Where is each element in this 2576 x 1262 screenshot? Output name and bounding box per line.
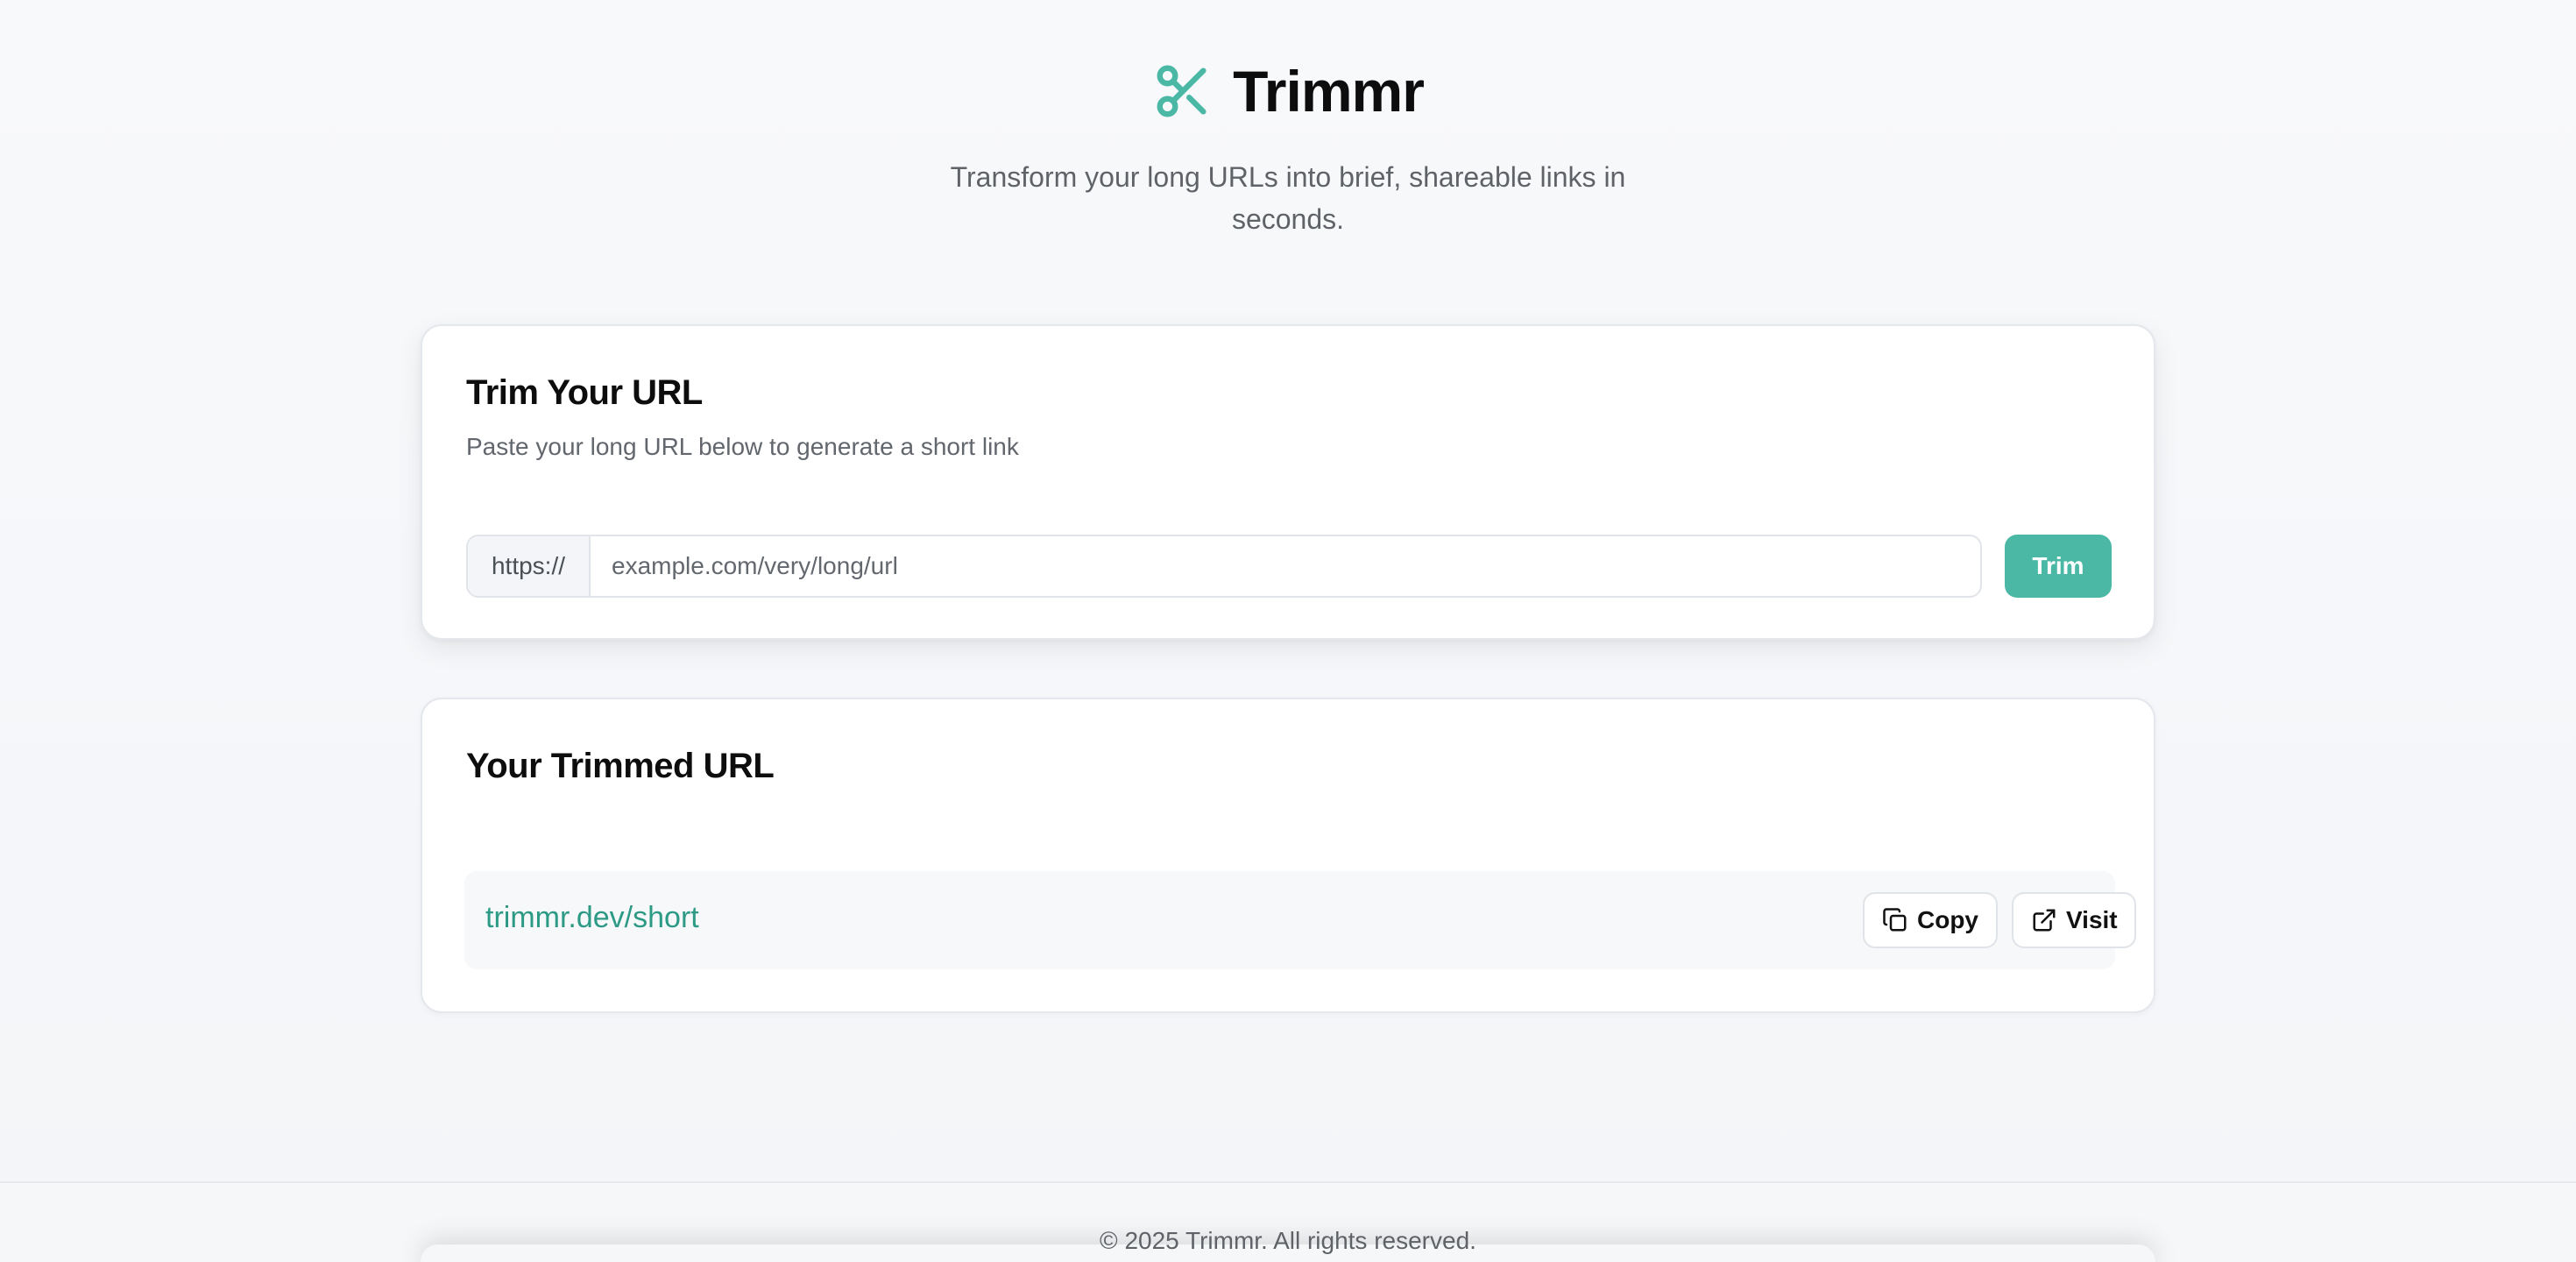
trim-card-title: Trim Your URL bbox=[466, 373, 703, 412]
copy-label: Copy bbox=[1917, 906, 1978, 933]
tagline: Transform your long URLs into brief, sha… bbox=[950, 161, 1626, 235]
url-prefix: https:// bbox=[468, 536, 591, 596]
trim-url-card: Trim Your URL Paste your long URL below … bbox=[421, 324, 2155, 640]
url-input-group: https:// bbox=[466, 535, 1982, 598]
copy-icon bbox=[1882, 907, 1908, 933]
url-input[interactable] bbox=[591, 536, 1980, 596]
result-card-title: Your Trimmed URL bbox=[466, 747, 775, 785]
brand-title: Trimmr bbox=[1233, 59, 1425, 124]
visit-button[interactable]: Visit bbox=[2012, 892, 2136, 948]
trim-card-description: Paste your long URL below to generate a … bbox=[466, 433, 1019, 460]
trimmed-url-link[interactable]: trimmr.dev/short bbox=[485, 901, 699, 935]
app-page: Trimmr Transform your long URLs into bri… bbox=[0, 0, 2576, 1262]
trimmed-url-card: Your Trimmed URL trimmr.dev/short Copy V… bbox=[421, 698, 2155, 1013]
external-link-icon bbox=[2031, 907, 2057, 933]
visit-label: Visit bbox=[2066, 906, 2118, 933]
scissors-icon bbox=[1152, 60, 1214, 122]
trim-button[interactable]: Trim bbox=[2005, 535, 2112, 598]
brand: Trimmr bbox=[0, 58, 2576, 124]
copyright-text: © 2025 Trimmr. All rights reserved. bbox=[1100, 1227, 1476, 1254]
trimmed-url-row: trimmr.dev/short Copy Visit bbox=[464, 871, 2136, 969]
copy-button[interactable]: Copy bbox=[1863, 892, 1998, 948]
